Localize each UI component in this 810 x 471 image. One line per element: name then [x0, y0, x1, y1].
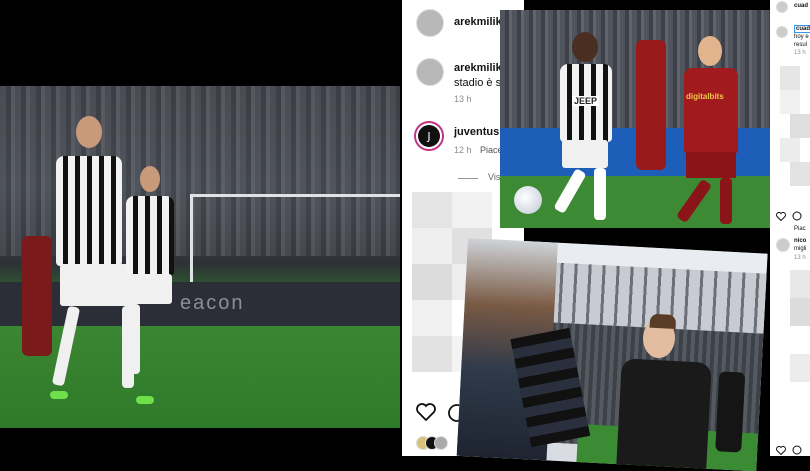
heart-icon[interactable] [776, 208, 786, 226]
comment-user[interactable]: cuad [794, 25, 810, 33]
comment-time: 12 h [454, 145, 472, 155]
cuadrado-match-photo: JEEP digitalbits [500, 10, 772, 228]
juventus-avatar[interactable]: J [414, 121, 444, 151]
avatar[interactable] [776, 1, 788, 13]
player-roma-background [636, 40, 666, 170]
player-roma: digitalbits [670, 36, 750, 226]
heart-icon[interactable] [776, 442, 786, 456]
avatar[interactable] [776, 26, 788, 38]
instagram-right-panel: cuad cuad hoy e resul 13 h Piac nico mig… [770, 0, 810, 456]
player-cuadrado: JEEP [550, 32, 620, 222]
comment-icon[interactable] [792, 442, 802, 456]
avatar[interactable] [416, 58, 444, 86]
sponsor-logo: digitalbits [686, 92, 724, 101]
goal-frame [190, 194, 400, 287]
ad-text: eacon [180, 292, 245, 314]
fagioli-autograph-photo [456, 238, 768, 471]
comment-time: 13 h [794, 50, 806, 56]
divider [458, 178, 478, 179]
reply-user[interactable]: nico [794, 238, 806, 244]
juventus-player-photo: eacon [0, 86, 400, 428]
player-background [118, 166, 178, 386]
jeep-logo: JEEP [572, 96, 600, 106]
view-replies-link[interactable]: Vis [488, 172, 500, 182]
comment-icon[interactable] [792, 208, 802, 226]
avatar[interactable] [416, 9, 444, 37]
liked-by-avatars[interactable] [416, 436, 456, 450]
avatar[interactable] [776, 238, 790, 252]
likes-line[interactable]: Piac [794, 226, 806, 232]
player-signing [606, 313, 724, 471]
post-header-user[interactable]: cuad [794, 3, 808, 9]
player-background [715, 371, 746, 453]
heart-icon[interactable] [416, 403, 436, 426]
blurred-content [770, 270, 810, 430]
football [514, 186, 542, 214]
reply-time: 13 h [794, 255, 806, 261]
comment-line: resul [794, 42, 808, 48]
blurred-content [770, 66, 810, 196]
svg-text:J: J [426, 130, 430, 143]
comment-time: 13 h [454, 94, 472, 104]
comment-line: hoy e [794, 34, 809, 40]
player-opponent [22, 236, 52, 356]
reply-text: migli [794, 246, 807, 252]
